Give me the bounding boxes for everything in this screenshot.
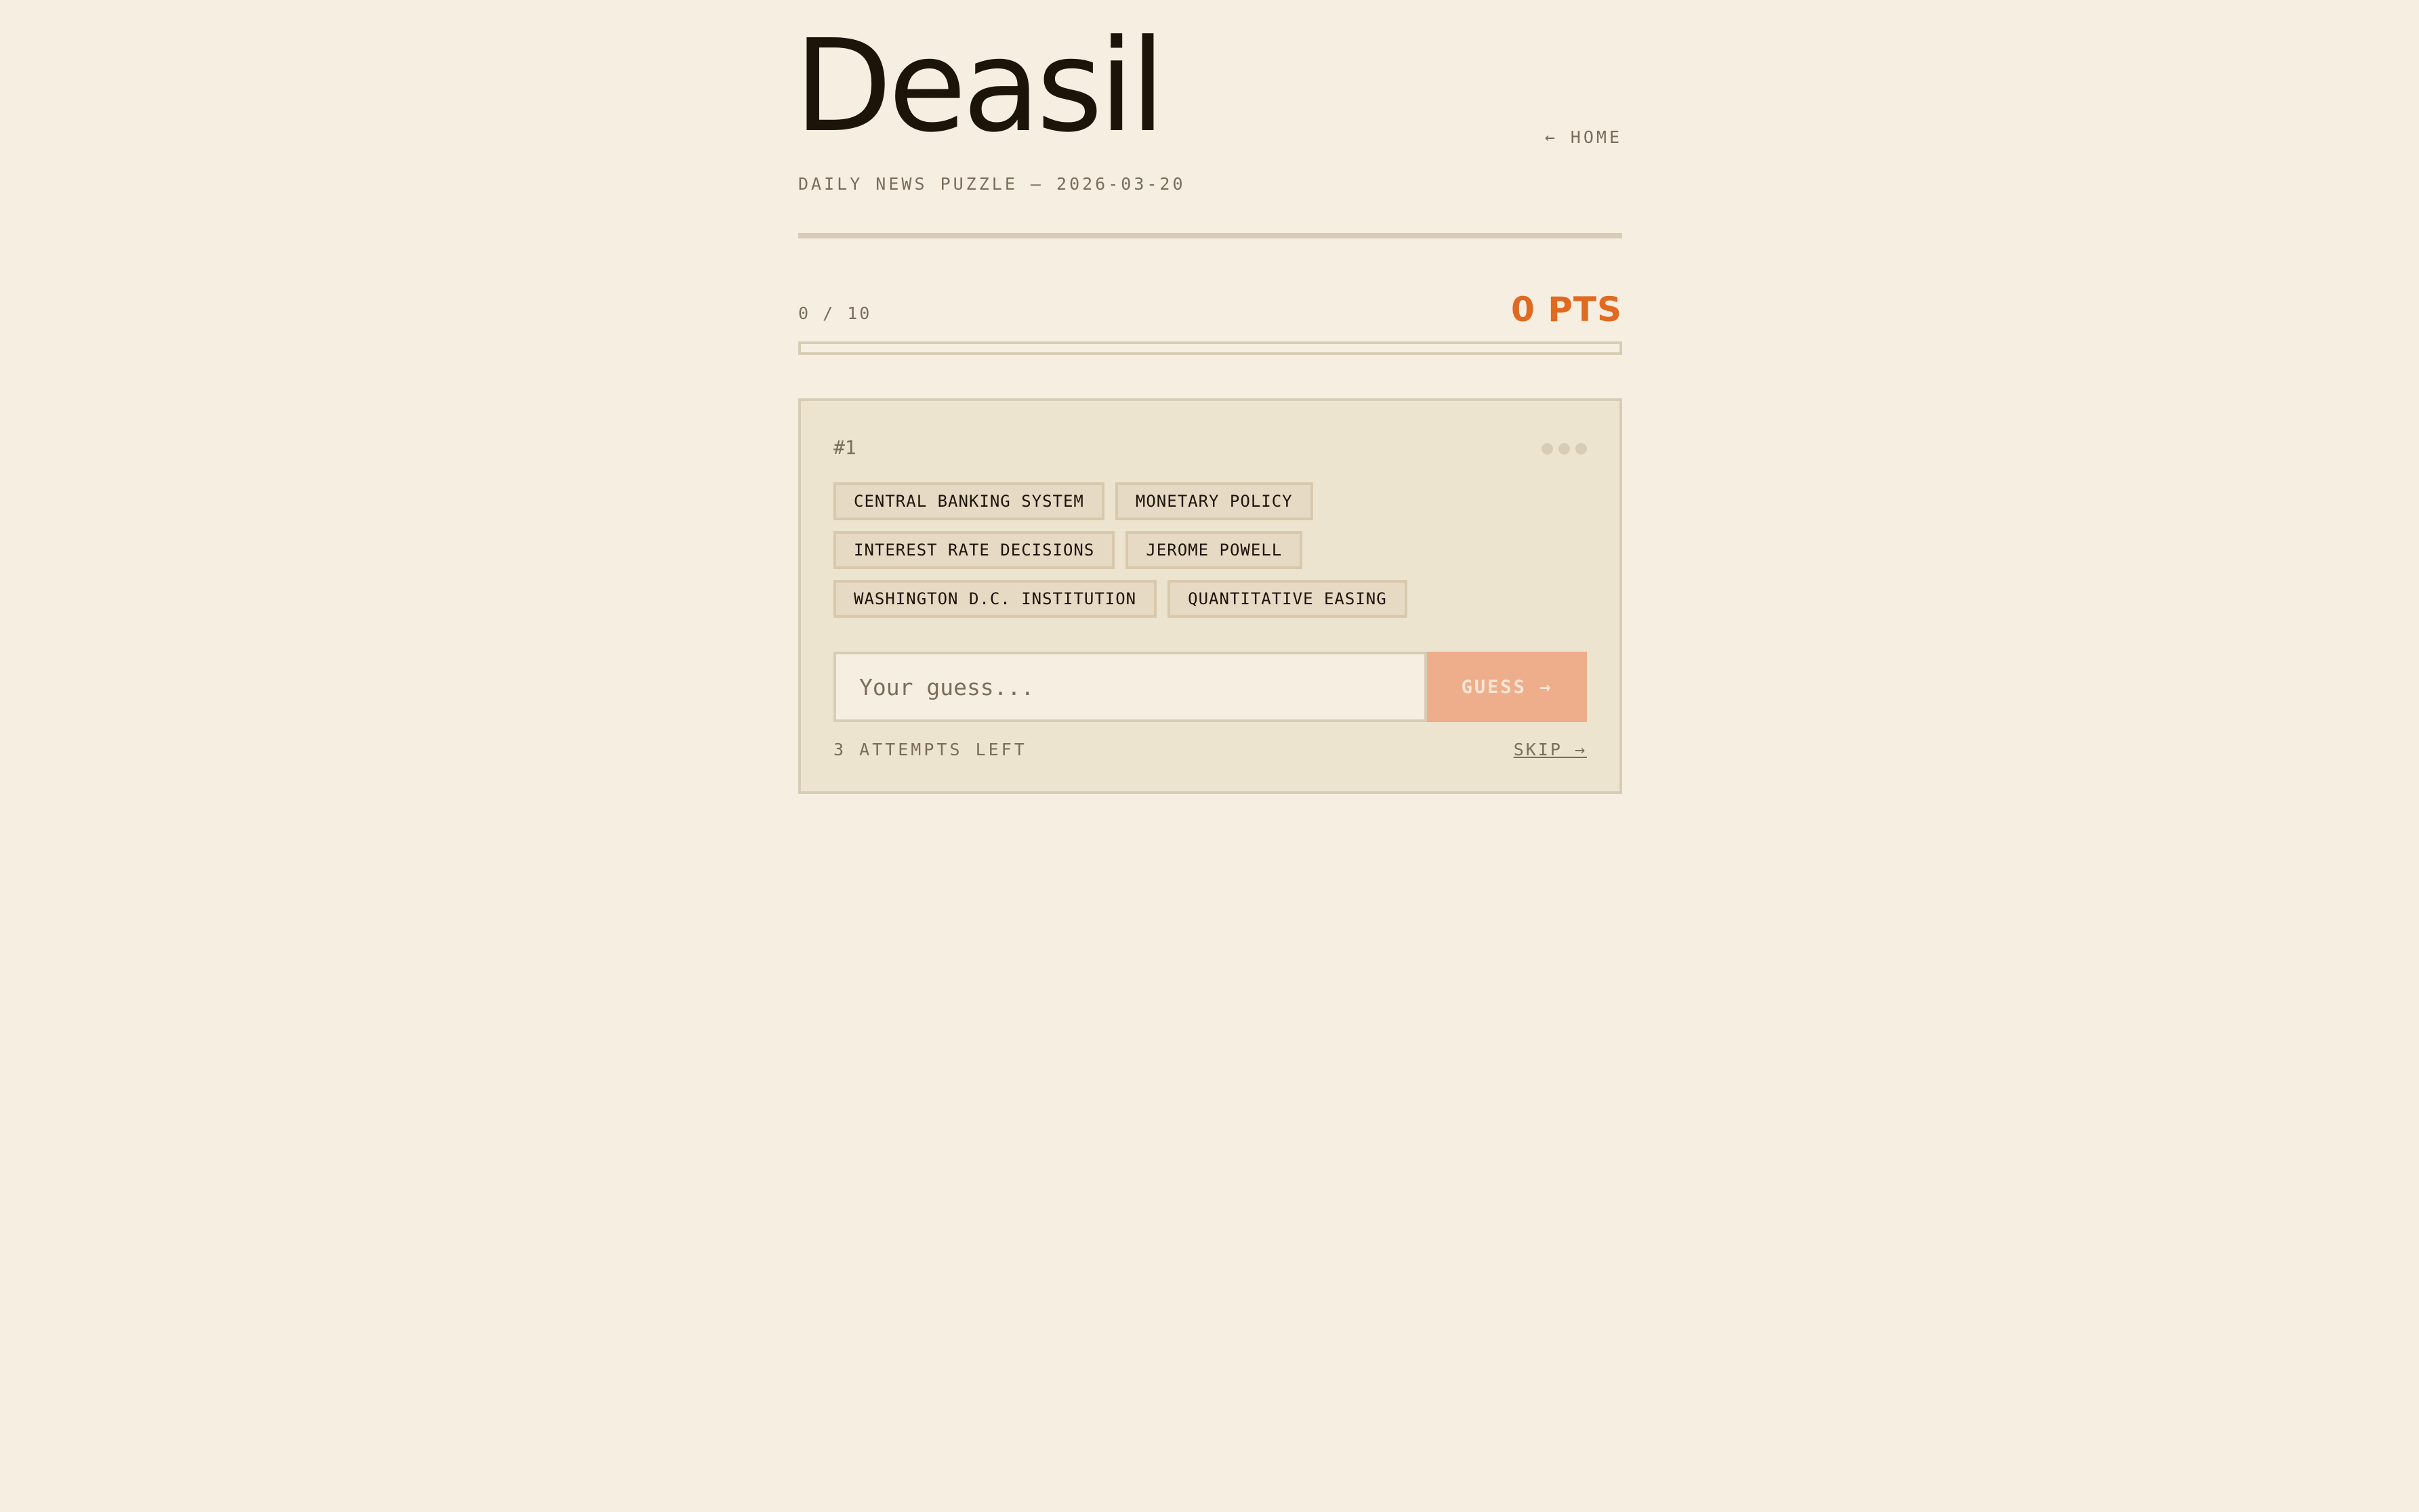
clue-tag: JEROME POWELL — [1125, 531, 1303, 569]
more-dots-icon — [1542, 443, 1587, 455]
guess-input[interactable] — [833, 652, 1427, 722]
clue-tag: INTEREST RATE DECISIONS — [833, 531, 1115, 569]
page-title: Deasil — [794, 12, 1165, 161]
clue-tag: CENTRAL BANKING SYSTEM — [833, 482, 1104, 520]
progress-row: 0 / 10 0 PTS — [798, 290, 1622, 331]
attempts-left: 3 ATTEMPTS LEFT — [833, 740, 1027, 759]
page-container: Deasil DAILY NEWS PUZZLE — 2026-03-20 ← … — [794, 0, 1622, 794]
page-header: Deasil DAILY NEWS PUZZLE — 2026-03-20 ← … — [794, 0, 1622, 238]
dot — [1542, 443, 1553, 455]
dot — [1558, 443, 1570, 455]
page-subtitle: DAILY NEWS PUZZLE — 2026-03-20 — [798, 174, 1186, 194]
guess-form: GUESS → — [833, 652, 1587, 722]
clue-tag: QUANTITATIVE EASING — [1167, 580, 1407, 618]
clue-tag: MONETARY POLICY — [1115, 482, 1313, 520]
skip-link[interactable]: SKIP → — [1514, 740, 1587, 759]
guess-button[interactable]: GUESS → — [1427, 652, 1587, 722]
score-display: 0 PTS — [1511, 290, 1622, 329]
progress-count: 0 / 10 — [798, 303, 872, 323]
puzzle-card: #1 CENTRAL BANKING SYSTEM MONETARY POLIC… — [798, 398, 1622, 794]
home-link[interactable]: ← HOME — [1545, 127, 1622, 147]
progress-bar — [798, 341, 1622, 355]
clue-tag: WASHINGTON D.C. INSTITUTION — [833, 580, 1157, 618]
tag-row: WASHINGTON D.C. INSTITUTION QUANTITATIVE… — [833, 580, 1579, 618]
dot — [1575, 443, 1587, 455]
puzzle-number: #1 — [833, 436, 856, 459]
clue-tags: CENTRAL BANKING SYSTEM MONETARY POLICY I… — [833, 482, 1579, 629]
tag-row: CENTRAL BANKING SYSTEM MONETARY POLICY — [833, 482, 1579, 520]
tag-row: INTEREST RATE DECISIONS JEROME POWELL — [833, 531, 1579, 569]
